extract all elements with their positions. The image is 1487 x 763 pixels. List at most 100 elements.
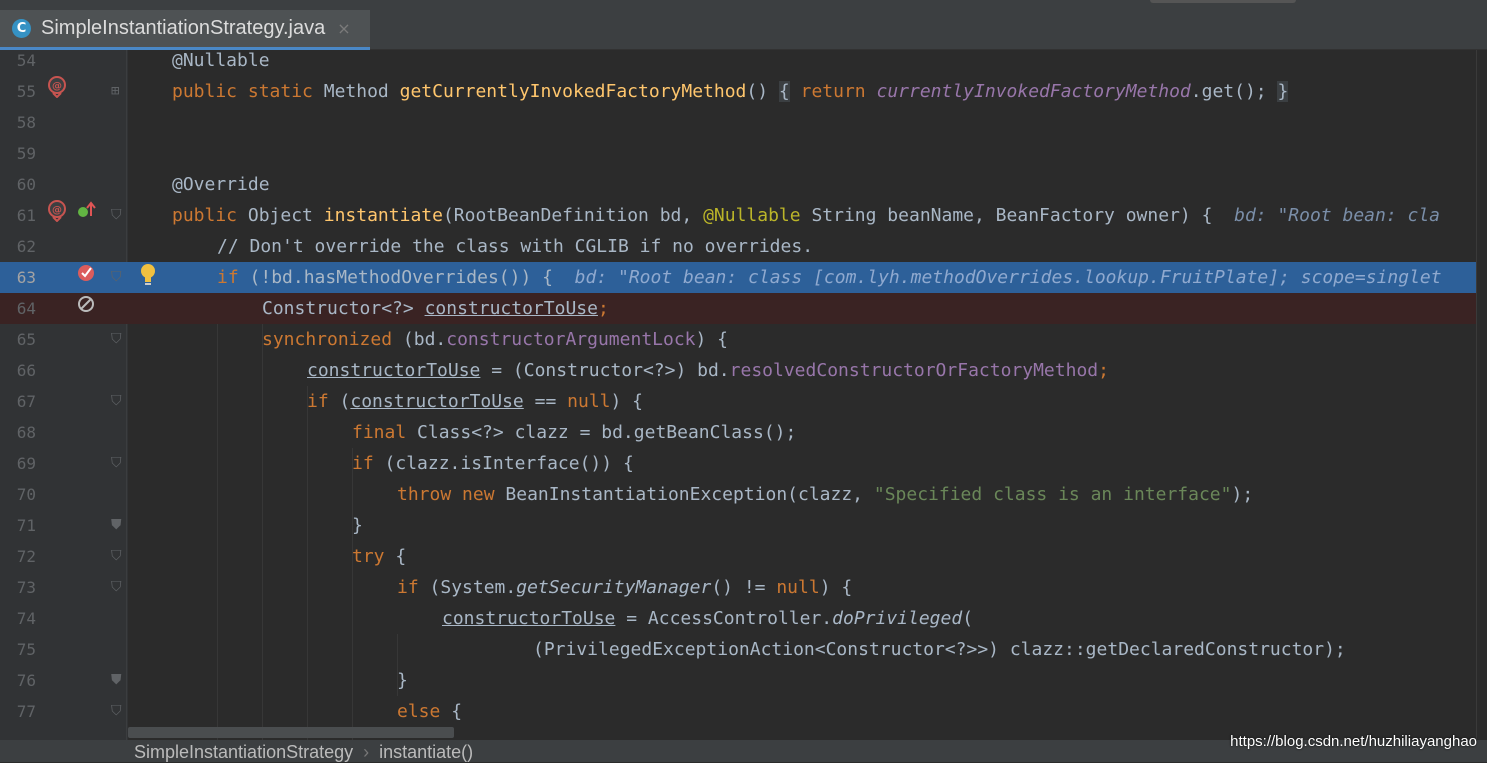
code-line[interactable]: }	[128, 510, 1487, 541]
code-line[interactable]: // Don't override the class with CGLIB i…	[128, 231, 1487, 262]
annotation: @Override	[172, 174, 270, 195]
code-line[interactable]: try {	[128, 541, 1487, 572]
keyword: if	[397, 577, 419, 598]
code-editor[interactable]: @Nullable public static Method getCurren…	[128, 50, 1487, 740]
code-line[interactable]: if (constructorToUse == null) {	[128, 386, 1487, 417]
gutter-line[interactable]: 62	[0, 231, 128, 262]
gutter-line[interactable]: 66	[0, 355, 128, 386]
gutter-line-current[interactable]: 63 ⛉	[0, 262, 128, 293]
gutter-line[interactable]: 61 @ ⛉	[0, 200, 128, 231]
line-number: 68	[16, 423, 36, 442]
gutter-line[interactable]: 69 ⛉	[0, 448, 128, 479]
code-line-execution-point[interactable]: if (!bd.hasMethodOverrides()) { bd: "Roo…	[128, 262, 1487, 293]
gutter-line[interactable]: 59	[0, 138, 128, 169]
breadcrumb-method[interactable]: instantiate()	[379, 742, 473, 762]
field: resolvedConstructorOrFactoryMethod	[729, 360, 1099, 381]
code-line[interactable]: }	[128, 665, 1487, 696]
gutter-line[interactable]: 71 ⛊	[0, 510, 128, 541]
editor-tab-bar: C SimpleInstantiationStrategy.java ×	[0, 0, 1487, 50]
breakpoint-disabled-icon[interactable]	[77, 293, 97, 324]
gutter-line[interactable]: 65 ⛉	[0, 324, 128, 355]
gutter-line[interactable]: 68	[0, 417, 128, 448]
code-text: Constructor<?> constructorToUse;	[262, 293, 609, 324]
line-number: 60	[16, 175, 36, 194]
code-fragment: (RootBeanDefinition bd,	[442, 205, 693, 226]
fold-icon[interactable]: ⛉	[111, 386, 122, 417]
breadcrumb[interactable]: SimpleInstantiationStrategy › instantiate(…	[134, 742, 473, 763]
gutter-line[interactable]: 54	[0, 45, 128, 76]
code-fragment: String beanName, BeanFactory owner) {	[811, 205, 1213, 226]
fold-icon[interactable]: ⛉	[111, 572, 122, 603]
fold-plus-icon[interactable]: ⊞	[111, 76, 119, 107]
code-line[interactable]: @Override	[128, 169, 1487, 200]
horizontal-scrollbar-thumb[interactable]	[128, 727, 454, 738]
gutter-line[interactable]: 75	[0, 634, 128, 665]
gutter-line[interactable]: 76 ⛊	[0, 665, 128, 696]
file-tab-active[interactable]: C SimpleInstantiationStrategy.java ×	[0, 10, 370, 50]
code-line[interactable]: public Object instantiate(RootBeanDefini…	[128, 200, 1487, 231]
code-text: if (!bd.hasMethodOverrides()) { bd: "Roo…	[217, 262, 1442, 293]
code-line[interactable]: constructorToUse = (Constructor<?>) bd.r…	[128, 355, 1487, 386]
fold-icon[interactable]: ⛉	[111, 200, 122, 231]
gutter-line[interactable]: 58	[0, 107, 128, 138]
gutter-line[interactable]: 64	[0, 293, 128, 324]
punct: ;	[597, 298, 609, 319]
fold-end-icon[interactable]: ⛊	[111, 665, 122, 696]
close-icon[interactable]: ×	[337, 19, 350, 38]
punct: (	[962, 608, 974, 629]
line-number: 58	[16, 113, 36, 132]
override-arrow-icon[interactable]	[77, 200, 97, 231]
folded-brace[interactable]: }	[1277, 81, 1289, 102]
editor-gutter[interactable]: 54 55 @ ⊞ 58 59 60 61 @ ⛉ 62 63 ⛉ 64 65 ⛉…	[0, 50, 128, 740]
method-breakpoint-icon[interactable]: @	[47, 200, 67, 233]
fold-icon[interactable]: ⛉	[111, 324, 122, 355]
code-fragment: = (Constructor<?>) bd.	[491, 360, 730, 381]
method-breakpoint-icon[interactable]: @	[47, 76, 67, 109]
code-line[interactable]: @Nullable	[128, 50, 1487, 76]
code-line[interactable]: if (System.getSecurityManager() != null)…	[128, 572, 1487, 603]
punct: ) {	[610, 391, 644, 412]
vertical-scrollbar[interactable]	[1476, 50, 1487, 740]
gutter-line[interactable]: 60	[0, 169, 128, 200]
code-line[interactable]: final Class<?> clazz = bd.getBeanClass()…	[128, 417, 1487, 448]
static-field: currentlyInvokedFactoryMethod	[876, 81, 1191, 102]
java-class-icon: C	[12, 19, 31, 38]
gutter-line[interactable]: 67 ⛉	[0, 386, 128, 417]
method-name: instantiate	[323, 205, 443, 226]
keyword: null	[776, 577, 820, 598]
fold-icon[interactable]: ⛉	[111, 696, 122, 727]
fold-icon[interactable]: ⛉	[111, 448, 122, 479]
code-line[interactable]: (PrivilegedExceptionAction<Constructor<?…	[128, 634, 1487, 665]
punct: ;	[1098, 360, 1109, 381]
code-line[interactable]: synchronized (bd.constructorArgumentLock…	[128, 324, 1487, 355]
folded-brace[interactable]: {	[778, 81, 790, 102]
code-line[interactable]: if (clazz.isInterface()) {	[128, 448, 1487, 479]
gutter-line[interactable]: 74	[0, 603, 128, 634]
string-literal: "Specified class is an interface"	[873, 484, 1232, 505]
code-text: synchronized (bd.constructorArgumentLock…	[262, 324, 728, 355]
breakpoint-checked-icon[interactable]	[77, 262, 97, 293]
gutter-line[interactable]: 73 ⛉	[0, 572, 128, 603]
gutter-line[interactable]: 55 @ ⊞	[0, 76, 128, 107]
fold-icon[interactable]: ⛉	[111, 541, 122, 572]
breadcrumb-class[interactable]: SimpleInstantiationStrategy	[134, 742, 353, 762]
code-line[interactable]: else {	[128, 696, 1487, 727]
code-text: throw new BeanInstantiationException(cla…	[397, 479, 1253, 510]
type: Constructor<?>	[262, 298, 414, 319]
gutter-line[interactable]: 70	[0, 479, 128, 510]
gutter-line[interactable]: 72 ⛉	[0, 541, 128, 572]
code-line[interactable]: throw new BeanInstantiationException(cla…	[128, 479, 1487, 510]
gutter-line[interactable]: 77 ⛉	[0, 696, 128, 727]
line-number: 72	[16, 547, 36, 566]
code-fragment: (!bd.hasMethodOverrides()) {	[249, 267, 553, 288]
keyword: if	[352, 453, 374, 474]
code-fragment: BeanInstantiationException(clazz,	[505, 484, 864, 505]
fold-icon[interactable]: ⛉	[111, 262, 122, 293]
keyword: public	[172, 205, 238, 226]
svg-text:@: @	[52, 81, 62, 92]
code-line-breakpoint[interactable]: Constructor<?> constructorToUse;	[128, 293, 1487, 324]
code-line[interactable]: public static Method getCurrentlyInvoked…	[128, 76, 1487, 107]
code-line[interactable]: constructorToUse = AccessController.doPr…	[128, 603, 1487, 634]
debug-inline-value: bd: "Root bean: cla	[1234, 205, 1441, 226]
fold-end-icon[interactable]: ⛊	[111, 510, 122, 541]
